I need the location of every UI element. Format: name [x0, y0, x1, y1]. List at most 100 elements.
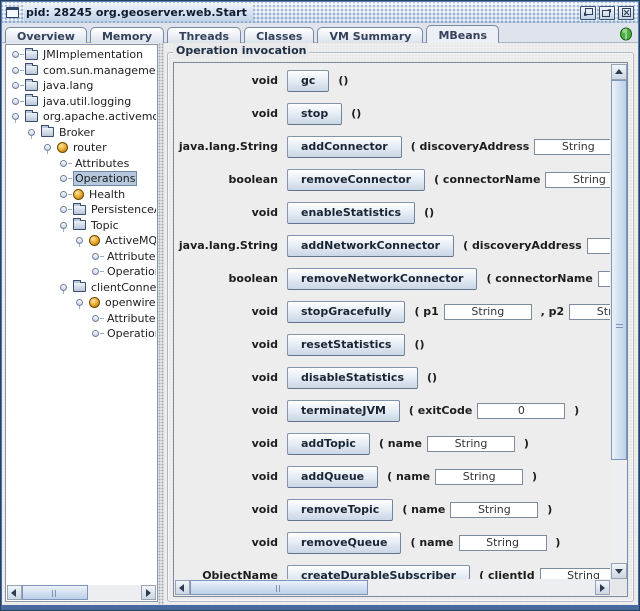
expand-handle-icon[interactable]: [91, 329, 104, 338]
tree-node-com.sun.management[interactable]: com.sun.management: [7, 63, 156, 79]
scroll-right-button[interactable]: [141, 585, 156, 600]
scroll-down-button[interactable]: [611, 563, 627, 579]
param-value-field[interactable]: String: [598, 271, 610, 287]
tree-node-clientconnectors[interactable]: clientConnectors: [7, 280, 156, 296]
param-value-field[interactable]: String: [444, 304, 532, 320]
operation-button-createdurablesubscriber[interactable]: createDurableSubscriber: [287, 565, 470, 580]
param-value-field[interactable]: String: [569, 304, 610, 320]
left-arrow-icon: [11, 589, 16, 597]
expand-handle-icon[interactable]: [59, 159, 72, 168]
param-value-field[interactable]: String: [534, 139, 610, 155]
param-value-field[interactable]: String: [540, 568, 610, 580]
expand-handle-icon[interactable]: [11, 66, 24, 75]
expand-handle-icon[interactable]: [91, 314, 104, 323]
tree-node-label: org.apache.activemq: [41, 110, 156, 123]
tree-node-jmimplementation[interactable]: JMImplementation: [7, 47, 156, 63]
tab-memory[interactable]: Memory: [90, 27, 164, 44]
tree-node-broker[interactable]: Broker: [7, 125, 156, 141]
close-button[interactable]: [618, 6, 634, 20]
operation-button-disablestatistics[interactable]: disableStatistics: [287, 367, 418, 389]
tree-node-label: Attributes: [105, 250, 156, 263]
tab-mbeans[interactable]: MBeans: [426, 25, 499, 43]
collapse-handle-icon[interactable]: [75, 298, 88, 307]
tree-node-openwire[interactable]: openwire: [7, 295, 156, 311]
tree-node-persistenceadapter[interactable]: PersistenceAdapter: [7, 202, 156, 218]
collapse-handle-icon[interactable]: [59, 283, 72, 292]
param-value-field[interactable]: String: [435, 469, 523, 485]
maximize-button[interactable]: [599, 6, 615, 20]
tree-node-operations[interactable]: Operations: [7, 326, 156, 342]
tree-node-activemq[interactable]: ActiveMQ: [7, 233, 156, 249]
operation-button-removeconnector[interactable]: removeConnector: [287, 169, 425, 191]
tree-node-operations[interactable]: Operations: [7, 171, 156, 187]
collapse-handle-icon[interactable]: [11, 112, 24, 121]
tab-overview[interactable]: Overview: [5, 27, 87, 44]
tree-node-java.util.logging[interactable]: java.util.logging: [7, 94, 156, 110]
operation-button-gc[interactable]: gc: [287, 70, 329, 92]
operation-button-removetopic[interactable]: removeTopic: [287, 499, 393, 521]
tab-threads[interactable]: Threads: [167, 27, 241, 44]
expand-handle-icon[interactable]: [59, 190, 72, 199]
tree-node-java.lang[interactable]: java.lang: [7, 78, 156, 94]
tree-node-health[interactable]: Health: [7, 187, 156, 203]
param-value-field[interactable]: String: [459, 535, 547, 551]
parameter-list: ( connectorNameString ): [486, 271, 610, 287]
hscroll-thumb[interactable]: [190, 580, 368, 595]
operation-button-addnetworkconnector[interactable]: addNetworkConnector: [287, 235, 454, 257]
window-titlebar[interactable]: pid: 28245 org.geoserver.web.Start: [2, 2, 638, 23]
operation-button-addqueue[interactable]: addQueue: [287, 466, 378, 488]
tree-hscroll-thumb[interactable]: [22, 585, 88, 600]
operation-row: booleanremoveConnector( connectorNameStr…: [175, 163, 610, 196]
param-value-field[interactable]: String: [427, 436, 515, 452]
tree-node-attributes[interactable]: Attributes: [7, 249, 156, 265]
expand-handle-icon[interactable]: [91, 252, 104, 261]
vertical-scrollbar[interactable]: [611, 64, 627, 579]
scroll-up-button[interactable]: [611, 64, 627, 80]
horizontal-scrollbar[interactable]: [175, 580, 610, 595]
operation-button-stop[interactable]: stop: [287, 103, 342, 125]
operation-button-enablestatistics[interactable]: enableStatistics: [287, 202, 415, 224]
operation-button-terminatejvm[interactable]: terminateJVM: [287, 400, 400, 422]
collapse-handle-icon[interactable]: [27, 128, 40, 137]
tab-classes[interactable]: Classes: [244, 27, 314, 44]
tree-node-topic[interactable]: Topic: [7, 218, 156, 234]
operation-button-resetstatistics[interactable]: resetStatistics: [287, 334, 405, 356]
operation-button-removenetworkconnector[interactable]: removeNetworkConnector: [287, 268, 477, 290]
collapse-handle-icon[interactable]: [75, 236, 88, 245]
tree-horizontal-scrollbar[interactable]: [7, 585, 156, 600]
tree-node-router[interactable]: router: [7, 140, 156, 156]
operation-button-addtopic[interactable]: addTopic: [287, 433, 370, 455]
shade-icon: [583, 8, 593, 17]
operation-button-addconnector[interactable]: addConnector: [287, 136, 402, 158]
param-value-field[interactable]: String: [545, 172, 610, 188]
scroll-left-button[interactable]: [7, 585, 22, 600]
hscroll-track[interactable]: [368, 580, 595, 595]
tab-vm-summary[interactable]: VM Summary: [317, 27, 423, 44]
expand-handle-icon[interactable]: [59, 174, 72, 183]
parameter-list: ( discoveryAddressString ): [411, 139, 610, 155]
expand-handle-icon[interactable]: [11, 50, 24, 59]
operation-button-stopgracefully[interactable]: stopGracefully: [287, 301, 405, 323]
vscroll-thumb[interactable]: [611, 80, 627, 460]
collapse-handle-icon[interactable]: [43, 143, 56, 152]
tree-node-label: java.util.logging: [41, 95, 133, 108]
expand-handle-icon[interactable]: [11, 81, 24, 90]
scroll-left-button[interactable]: [175, 580, 190, 595]
shade-button[interactable]: [580, 6, 596, 20]
scroll-right-button[interactable]: [595, 580, 610, 595]
tree-node-attributes[interactable]: Attributes: [7, 311, 156, 327]
tree-hscroll-track[interactable]: [88, 585, 141, 600]
tree-node-operations[interactable]: Operations: [7, 264, 156, 280]
tree-node-org.apache.activemq[interactable]: org.apache.activemq: [7, 109, 156, 125]
folder-icon: [25, 50, 38, 60]
param-value-field[interactable]: String: [450, 502, 538, 518]
operation-button-removequeue[interactable]: removeQueue: [287, 532, 401, 554]
tree-node-attributes[interactable]: Attributes: [7, 156, 156, 172]
collapse-handle-icon[interactable]: [59, 221, 72, 230]
param-value-field[interactable]: 0: [477, 403, 565, 419]
param-value-field[interactable]: String: [587, 238, 610, 254]
expand-handle-icon[interactable]: [91, 267, 104, 276]
expand-handle-icon[interactable]: [11, 97, 24, 106]
expand-handle-icon[interactable]: [59, 205, 72, 214]
return-type-label: void: [175, 206, 278, 219]
